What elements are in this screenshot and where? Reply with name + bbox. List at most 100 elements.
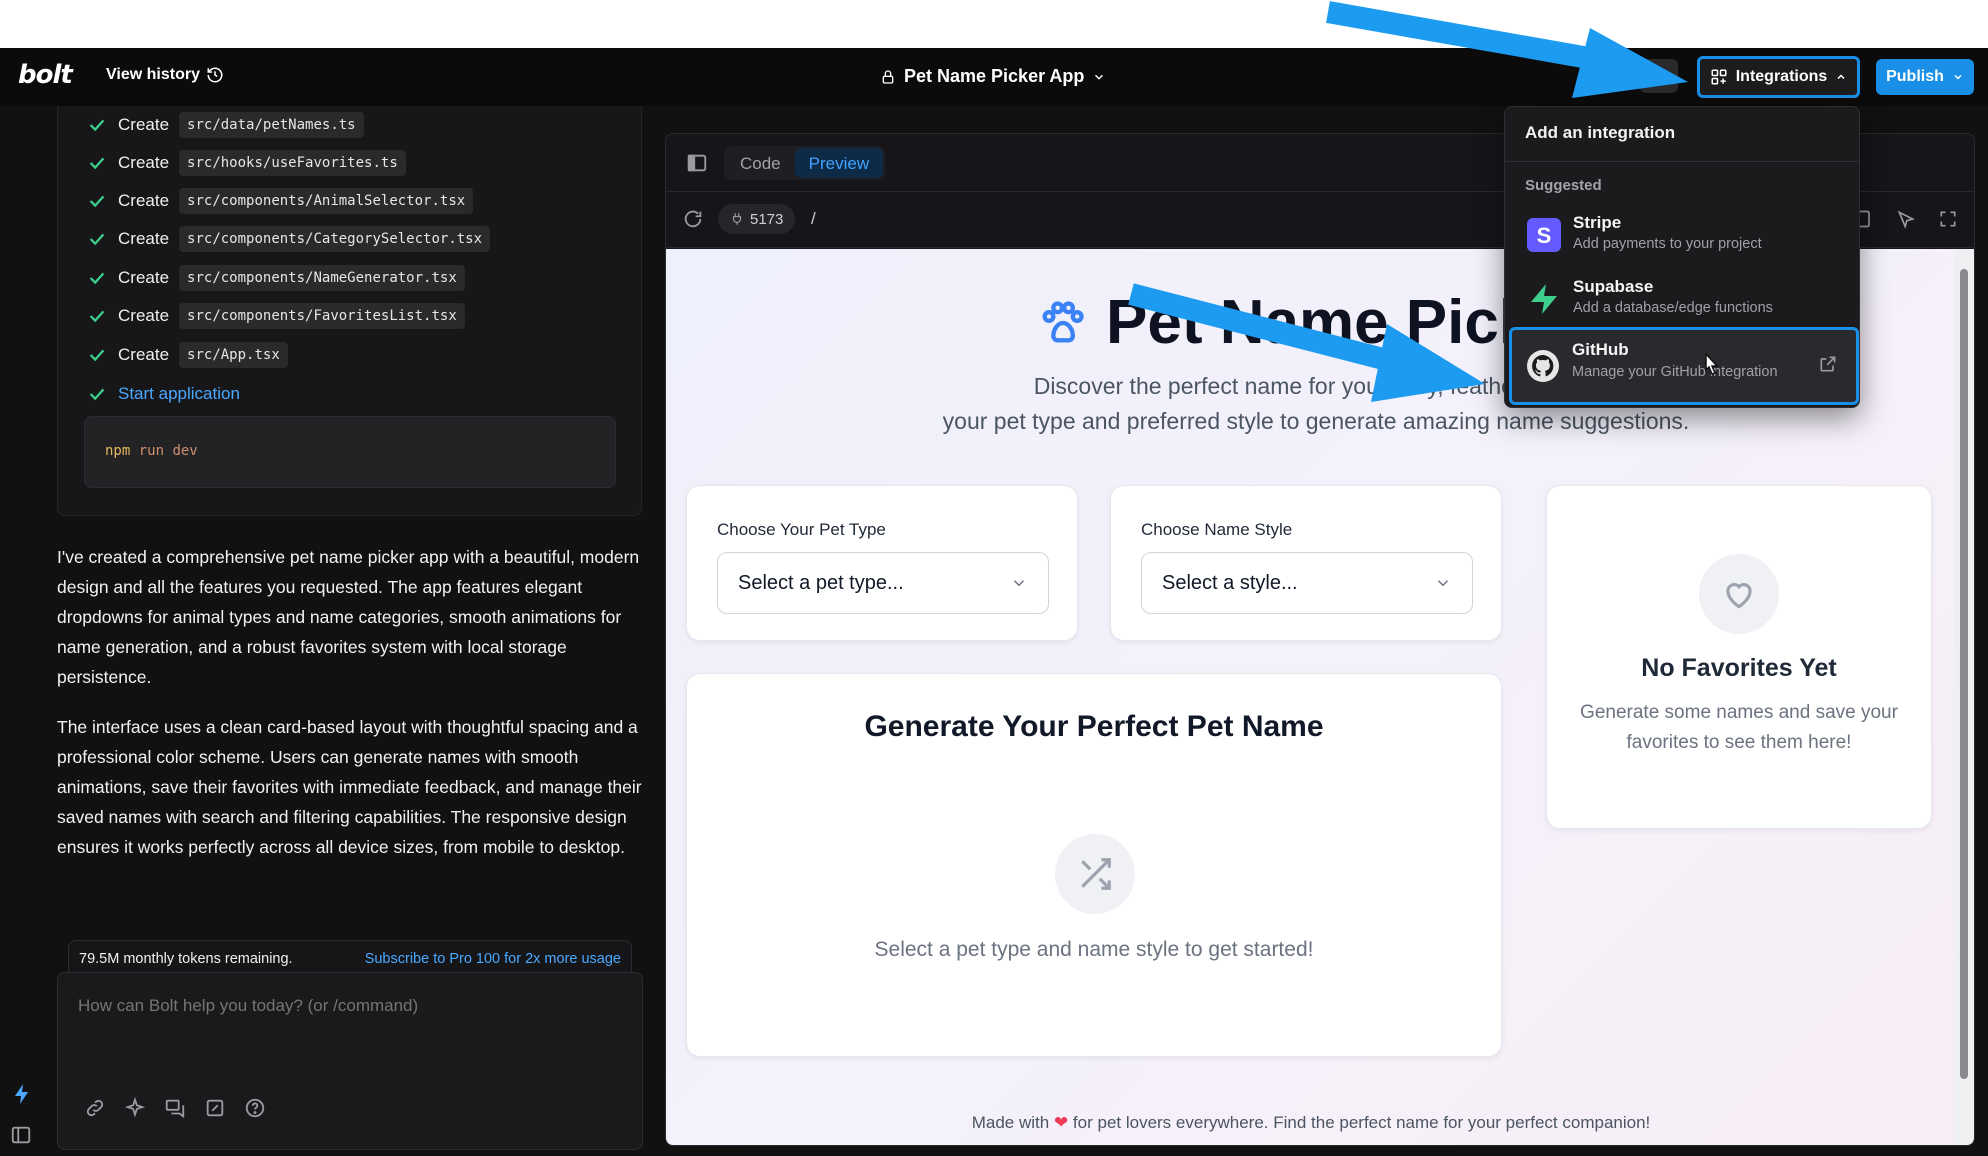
inspect-icon[interactable] xyxy=(1896,209,1916,229)
step-action: Create xyxy=(118,153,170,172)
integration-github[interactable]: GitHub Manage your GitHub integration xyxy=(1509,327,1859,405)
integration-desc: Manage your GitHub integration xyxy=(1572,364,1778,380)
step-item: Create src/components/CategorySelector.t… xyxy=(86,224,491,254)
start-application-step[interactable]: Start application xyxy=(86,379,240,409)
step-file[interactable]: src/hooks/useFavorites.ts xyxy=(179,150,406,176)
integration-supabase[interactable]: Supabase Add a database/edge functions xyxy=(1515,271,1853,327)
footer-pre: Made with xyxy=(971,1113,1050,1132)
step-file[interactable]: src/components/NameGenerator.tsx xyxy=(179,265,465,291)
name-style-select[interactable]: Select a style... xyxy=(1141,552,1473,614)
step-item: Create src/App.tsx xyxy=(86,340,288,370)
annotation-arrow-github xyxy=(1128,283,1485,402)
command-args: run dev xyxy=(138,443,198,459)
bolt-logo[interactable]: bolt xyxy=(18,60,73,90)
generator-title: Generate Your Perfect Pet Name xyxy=(864,710,1324,743)
generator-card: Generate Your Perfect Pet Name Select a … xyxy=(686,673,1502,1057)
step-action: Create xyxy=(118,306,170,325)
shuffle-button[interactable] xyxy=(1055,834,1135,914)
prompt-box xyxy=(57,972,643,1150)
publish-button[interactable]: Publish xyxy=(1876,59,1974,95)
start-application-label[interactable]: Start application xyxy=(118,384,240,404)
check-icon xyxy=(89,119,105,132)
prompt-input[interactable] xyxy=(78,991,618,1021)
integration-name: GitHub xyxy=(1572,340,1629,359)
integrations-button[interactable]: Integrations xyxy=(1697,56,1860,98)
reload-icon[interactable] xyxy=(682,208,704,230)
panel-toggle-icon[interactable] xyxy=(686,152,708,174)
edit-icon[interactable] xyxy=(204,1097,226,1119)
step-item: Create src/hooks/useFavorites.ts xyxy=(86,148,406,178)
step-item: Create src/components/AnimalSelector.tsx xyxy=(86,186,474,216)
steps-card: Create src/data/petNames.ts Create src/h… xyxy=(57,106,642,516)
integration-stripe[interactable]: S Stripe Add payments to your project xyxy=(1515,207,1853,263)
step-file[interactable]: src/components/AnimalSelector.tsx xyxy=(179,188,474,214)
heart-icon: ❤ xyxy=(1053,1113,1069,1132)
favorites-card: No Favorites Yet Generate some names and… xyxy=(1546,485,1932,829)
chevron-down-icon xyxy=(1013,580,1025,587)
step-file[interactable]: src/App.tsx xyxy=(179,342,288,368)
step-file[interactable]: src/data/petNames.ts xyxy=(179,112,364,138)
integrations-label: Integrations xyxy=(1735,68,1828,85)
favorites-empty-text: Generate some names and save your favori… xyxy=(1580,702,1898,753)
step-file[interactable]: src/components/CategorySelector.tsx xyxy=(179,226,491,252)
name-style-label: Choose Name Style xyxy=(1141,520,1293,539)
step-action: Create xyxy=(118,229,170,248)
integrations-icon xyxy=(1711,69,1727,85)
preview-scrollbar[interactable] xyxy=(1954,249,1974,1145)
chevron-down-icon xyxy=(1095,74,1104,80)
integration-desc: Add a database/edge functions xyxy=(1573,300,1773,316)
app-footer: Made with ❤ for pet lovers everywhere. F… xyxy=(666,1113,1956,1133)
tab-code[interactable]: Code xyxy=(726,148,795,178)
fullscreen-icon[interactable] xyxy=(1938,209,1958,229)
lock-icon xyxy=(882,69,894,84)
check-icon xyxy=(89,233,105,246)
integration-name: Supabase xyxy=(1573,277,1654,296)
sparkle-icon[interactable] xyxy=(124,1097,146,1119)
help-icon[interactable] xyxy=(244,1097,266,1119)
step-item: Create src/data/petNames.ts xyxy=(86,110,364,140)
step-file[interactable]: src/components/FavoritesList.tsx xyxy=(179,303,465,329)
pet-type-card: Choose Your Pet Type Select a pet type..… xyxy=(686,485,1078,641)
command-block: npm run dev xyxy=(84,416,616,488)
paw-icon xyxy=(1042,300,1084,342)
subscribe-link[interactable]: Subscribe to Pro 100 for 2x more usage xyxy=(365,951,621,967)
project-title-dropdown[interactable]: Pet Name Picker App xyxy=(880,66,1106,87)
url-actions xyxy=(1854,209,1958,229)
prompt-toolbar xyxy=(84,1097,266,1119)
external-link-icon[interactable] xyxy=(1818,354,1838,374)
pet-type-label: Choose Your Pet Type xyxy=(717,520,886,539)
check-icon xyxy=(89,388,105,401)
check-icon xyxy=(89,272,105,285)
step-action: Create xyxy=(118,268,170,287)
attach-link-icon[interactable] xyxy=(84,1097,106,1119)
divider xyxy=(1505,161,1859,162)
tokens-bar: 79.5M monthly tokens remaining. Subscrib… xyxy=(68,940,632,976)
integrations-menu-title: Add an integration xyxy=(1525,123,1676,142)
name-style-card: Choose Name Style Select a style... xyxy=(1110,485,1502,641)
step-action: Create xyxy=(118,345,170,364)
integration-name: Stripe xyxy=(1573,213,1622,232)
sidebar-toggle-icon[interactable] xyxy=(10,1124,32,1146)
url-path[interactable]: / xyxy=(811,209,816,229)
pet-type-placeholder: Select a pet type... xyxy=(738,571,904,594)
mouse-cursor-icon xyxy=(1705,352,1719,375)
tab-preview[interactable]: Preview xyxy=(794,148,884,178)
tokens-remaining: 79.5M monthly tokens remaining. xyxy=(79,950,293,967)
command-npm: npm xyxy=(105,443,131,459)
heart-outline-icon xyxy=(1726,583,1752,609)
favorites-icon-circle xyxy=(1699,554,1779,634)
check-icon xyxy=(89,157,105,170)
port-selector[interactable]: 5173 xyxy=(718,204,796,234)
bolt-icon[interactable] xyxy=(10,1082,34,1106)
step-action: Create xyxy=(118,115,170,134)
scrollbar-thumb[interactable] xyxy=(1960,269,1968,1079)
plug-icon xyxy=(732,213,742,225)
history-icon xyxy=(207,67,223,83)
supabase-logo-icon xyxy=(1531,284,1557,314)
discuss-icon[interactable] xyxy=(164,1097,186,1119)
check-icon xyxy=(89,349,105,362)
view-history-button[interactable]: View history xyxy=(106,66,224,84)
pet-type-select[interactable]: Select a pet type... xyxy=(717,552,1049,614)
annotation-arrow-top xyxy=(1326,1,1688,98)
assistant-message-2: The interface uses a clean card-based la… xyxy=(57,717,642,857)
